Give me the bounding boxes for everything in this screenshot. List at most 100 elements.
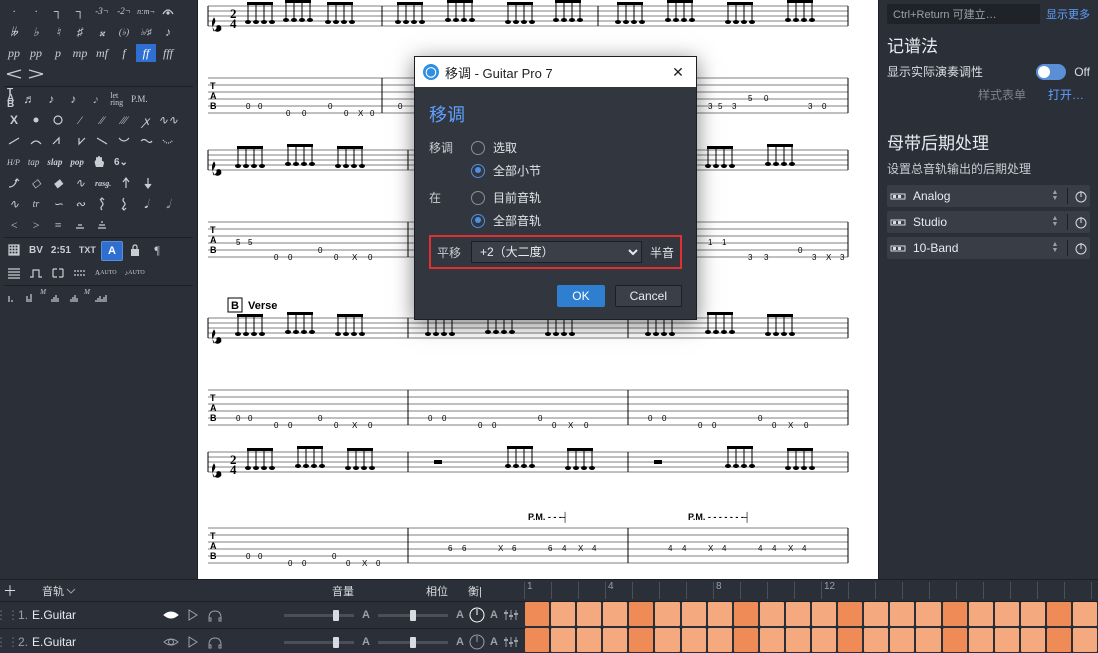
dyn-mp[interactable]: mp xyxy=(70,44,90,62)
timeline-cell[interactable] xyxy=(577,602,601,626)
acc-flat-paren-icon[interactable]: (♭) xyxy=(114,23,134,41)
timeline-cell[interactable] xyxy=(864,628,888,652)
solo-headphones-icon[interactable] xyxy=(204,604,226,626)
fx-updown-icon[interactable]: ▲▼ xyxy=(1047,216,1063,228)
fx-power-icon[interactable] xyxy=(1072,239,1090,257)
tremolo-2-icon[interactable]: ⁄⁄ xyxy=(92,111,112,129)
tuplet-btn[interactable]: n:m¬ xyxy=(136,2,156,20)
hammer-pull-btn[interactable]: H/P xyxy=(4,153,23,171)
timeline-cell[interactable] xyxy=(629,602,653,626)
slide-icon[interactable] xyxy=(26,132,46,150)
slide-in-icon[interactable] xyxy=(48,132,68,150)
timeline-cell[interactable] xyxy=(551,628,575,652)
drag-handle-icon[interactable]: ⋮⋮ xyxy=(0,635,14,649)
dyn-ppp[interactable]: pp xyxy=(4,44,24,62)
fx-row[interactable]: Studio ▲▼ xyxy=(887,211,1090,233)
tremolo-1-icon[interactable]: ⁄ xyxy=(70,111,90,129)
staccato-icon[interactable] xyxy=(26,111,46,129)
automation-a-label[interactable]: A xyxy=(360,609,372,621)
timeline-cell[interactable] xyxy=(1047,602,1071,626)
line-style-icon[interactable] xyxy=(70,264,90,282)
ok-button[interactable]: OK xyxy=(557,285,604,307)
timeline-cell[interactable] xyxy=(603,602,627,626)
dyn-pp[interactable]: pp xyxy=(26,44,46,62)
add-track-button[interactable]: ＋ xyxy=(0,581,20,601)
automation-icon[interactable] xyxy=(92,289,112,307)
strum-down-icon[interactable] xyxy=(116,174,136,192)
double-sharp-icon[interactable]: 𝄪 xyxy=(92,23,112,41)
timeline-cell[interactable] xyxy=(682,628,706,652)
track-name[interactable]: E.Guitar xyxy=(28,608,160,622)
pan-slider[interactable] xyxy=(378,614,448,617)
note-icon[interactable]: 𝅘𝅥 xyxy=(136,195,156,213)
timeline[interactable]: 14812 xyxy=(524,580,1098,653)
automation-icon[interactable]: M xyxy=(26,289,46,307)
dyn-fff[interactable]: fff xyxy=(158,44,178,62)
sharp-icon[interactable]: ♯ xyxy=(70,23,90,41)
bracket-icon[interactable] xyxy=(48,264,68,282)
timeline-cell[interactable] xyxy=(655,602,679,626)
dialog-titlebar[interactable]: ◯ 移调 - Guitar Pro 7 ✕ xyxy=(415,57,696,87)
tuplet-btn[interactable]: -3¬ xyxy=(92,2,112,20)
visibility-icon[interactable] xyxy=(160,631,182,653)
let-ring-btn[interactable]: let ring xyxy=(107,90,126,108)
articulation-btn[interactable]: ┐ xyxy=(48,2,68,20)
harmonic-icon[interactable]: ◇ xyxy=(26,174,46,192)
automation-icon[interactable] xyxy=(48,289,68,307)
timeline-cell[interactable] xyxy=(786,602,810,626)
heavy-accent-icon[interactable] xyxy=(92,216,112,234)
timeline-cell[interactable] xyxy=(1021,602,1045,626)
articulation-btn[interactable]: · xyxy=(4,2,24,20)
timeline-cell[interactable] xyxy=(890,602,914,626)
slide-icon[interactable] xyxy=(4,132,24,150)
timeline-cell[interactable] xyxy=(969,602,993,626)
eq-icon[interactable] xyxy=(500,635,522,649)
left-hand-icon[interactable] xyxy=(89,153,109,171)
volume-slider[interactable] xyxy=(284,614,354,617)
arpeggio-down-icon[interactable] xyxy=(114,195,134,213)
volume-slider[interactable] xyxy=(284,641,354,644)
timeline-cell[interactable] xyxy=(760,602,784,626)
pick-scrape-icon[interactable]: ꭗ xyxy=(136,111,156,129)
acc-sharp-paren-icon[interactable]: ♭/♯ xyxy=(136,23,156,41)
strum-up-icon[interactable] xyxy=(138,174,158,192)
timeline-cell[interactable] xyxy=(838,602,862,626)
fx-updown-icon[interactable]: ▲▼ xyxy=(1047,242,1063,254)
timeline-cell[interactable] xyxy=(1073,602,1097,626)
slide-icon[interactable] xyxy=(136,132,156,150)
fx-row[interactable]: Analog ▲▼ xyxy=(887,185,1090,207)
auto-btn[interactable]: ♪AUTO xyxy=(122,264,148,282)
marcato-icon[interactable]: > xyxy=(26,216,46,234)
barre-btn[interactable]: BV xyxy=(26,241,46,259)
open-style-link[interactable]: 打开… xyxy=(1042,84,1090,105)
score-settings-icon[interactable] xyxy=(4,264,24,282)
harmonic-fill-icon[interactable]: ◆ xyxy=(48,174,68,192)
natural-icon[interactable]: ♮ xyxy=(48,23,68,41)
dropdown-icon[interactable] xyxy=(64,584,78,598)
dyn-mf[interactable]: mf xyxy=(92,44,112,62)
accent-icon[interactable]: < xyxy=(4,216,24,234)
timeline-cell[interactable] xyxy=(734,602,758,626)
radio-all-tracks[interactable] xyxy=(471,214,485,228)
close-icon[interactable]: ✕ xyxy=(668,64,688,81)
timeline-cell[interactable] xyxy=(890,628,914,652)
radio-current-track[interactable] xyxy=(471,191,485,205)
timeline-cell[interactable] xyxy=(786,628,810,652)
trill-tr-icon[interactable]: tr xyxy=(26,195,46,213)
timeline-cell[interactable] xyxy=(734,628,758,652)
fx-power-icon[interactable] xyxy=(1072,187,1090,205)
tremolo-3-icon[interactable]: ⁄⁄⁄ xyxy=(114,111,134,129)
articulation-btn[interactable]: ┐ xyxy=(70,2,90,20)
track-name[interactable]: E.Guitar xyxy=(28,635,160,649)
fermata-icon[interactable] xyxy=(158,2,178,20)
timeline-cell[interactable] xyxy=(708,602,732,626)
inv-turn-icon[interactable]: ∾ xyxy=(70,195,90,213)
dyn-p[interactable]: p xyxy=(48,44,68,62)
timeline-cell[interactable] xyxy=(708,628,732,652)
palm-mute-btn[interactable]: P.M. xyxy=(128,90,151,108)
timeline-cell[interactable] xyxy=(812,628,836,652)
timeline-cell[interactable] xyxy=(995,602,1019,626)
pop-btn[interactable]: pop xyxy=(67,153,87,171)
tap-btn[interactable]: tap xyxy=(25,153,43,171)
timeline-cell[interactable] xyxy=(864,602,888,626)
